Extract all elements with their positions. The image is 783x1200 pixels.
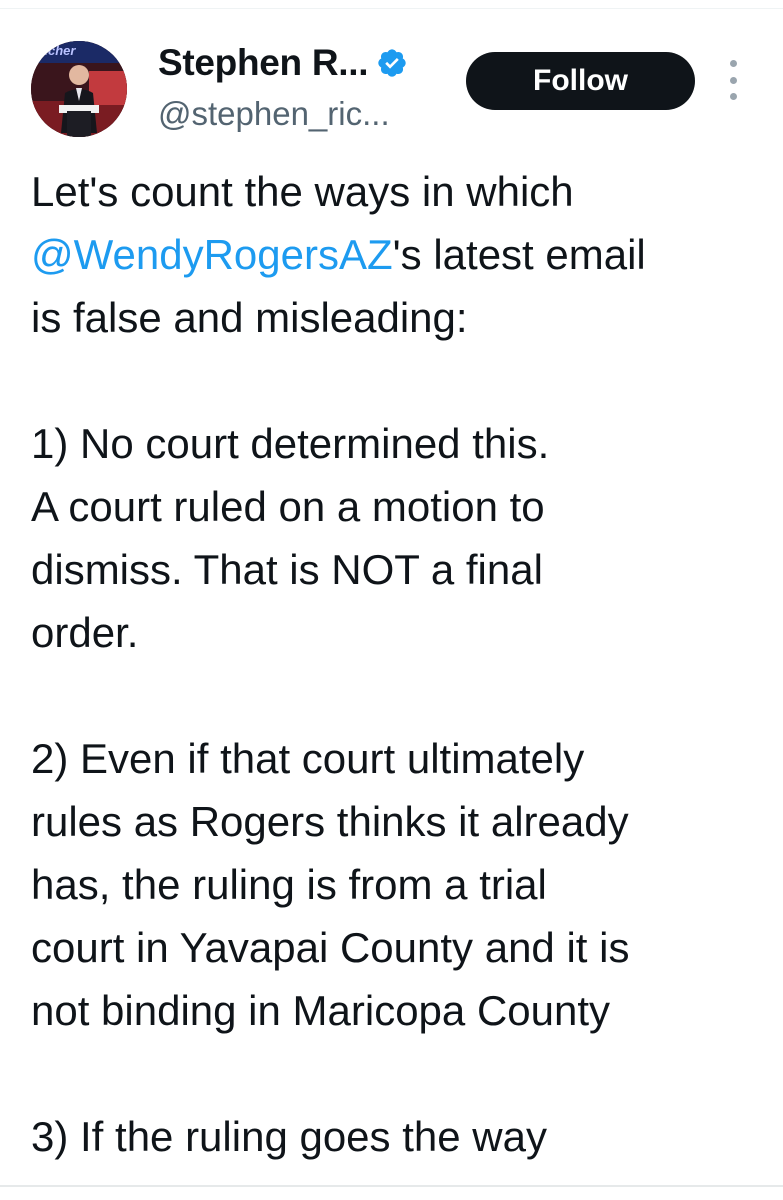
tweet-line-rest: 's latest email xyxy=(392,231,646,278)
more-options-icon[interactable] xyxy=(720,60,746,100)
tweet-line: not binding in Maricopa County xyxy=(31,987,611,1034)
top-divider xyxy=(0,8,783,9)
more-dot xyxy=(729,93,737,100)
follow-button[interactable]: Follow xyxy=(466,52,695,110)
tweet-text: Let's count the ways in which @WendyRoge… xyxy=(31,160,771,1168)
more-dot xyxy=(729,60,737,67)
tweet-line: Let's count the ways in which xyxy=(31,168,574,215)
author-name-row: Stephen R... xyxy=(158,38,408,88)
bottom-divider xyxy=(0,1185,783,1187)
tweet-line: 2) Even if that court ultimately xyxy=(31,735,585,782)
tweet-line: dismiss. That is NOT a final xyxy=(31,546,543,593)
mention-link[interactable]: @WendyRogersAZ xyxy=(31,231,393,278)
tweet-line: 1) No court determined this. xyxy=(31,420,550,467)
avatar-banner-text: Richer xyxy=(35,43,76,58)
tweet-line: 3) If the ruling goes the way xyxy=(31,1113,547,1160)
author-handle[interactable]: @stephen_ric... xyxy=(158,95,390,133)
avatar[interactable]: Richer xyxy=(31,41,127,137)
tweet-line: court in Yavapai County and it is xyxy=(31,924,630,971)
more-dot xyxy=(729,76,737,84)
tweet-line: @WendyRogersAZ's latest email xyxy=(31,223,771,286)
display-name[interactable]: Stephen R... xyxy=(158,42,369,84)
tweet-line: rules as Rogers thinks it already xyxy=(31,798,629,845)
tweet-line: order. xyxy=(31,609,139,656)
tweet-line: has, the ruling is from a trial xyxy=(31,861,547,908)
tweet-line: A court ruled on a motion to xyxy=(31,483,545,530)
tweet-line: is false and misleading: xyxy=(31,294,468,341)
verified-badge-icon xyxy=(378,49,406,77)
